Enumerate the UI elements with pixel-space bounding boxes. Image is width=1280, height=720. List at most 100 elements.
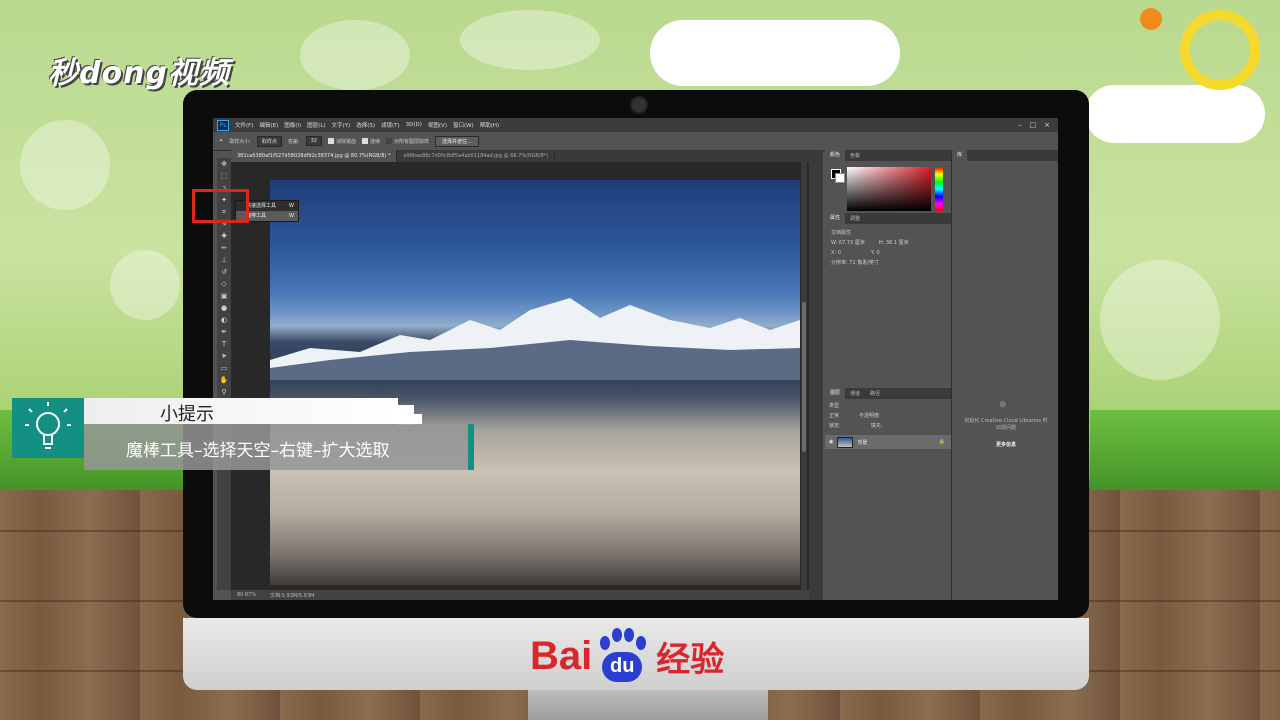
- checkbox-icon: [327, 138, 334, 144]
- layer-filter[interactable]: 类型: [829, 401, 947, 411]
- stamp-tool-icon[interactable]: ⊥: [217, 254, 231, 266]
- hand-tool-icon[interactable]: ✋: [217, 374, 231, 386]
- tab-libraries[interactable]: 库: [952, 150, 968, 161]
- select-and-mask-button[interactable]: 选择并遮住...: [435, 135, 479, 147]
- doc-size: 文档:5.93M/5.93M: [270, 592, 315, 599]
- anti-alias-label: 消除锯齿: [335, 138, 356, 145]
- zoom-tool-icon[interactable]: ⚲: [217, 386, 231, 398]
- width-value[interactable]: W: 67.73 厘米: [831, 238, 865, 248]
- sample-all-layers-checkbox[interactable]: 对所有图层取样: [386, 138, 429, 145]
- options-bar: ✦ 取样大小: 取样点 容差: 32 消除锯齿 连续 对所有图层取样 选择并遮住…: [213, 132, 1058, 151]
- history-brush-icon[interactable]: ↺: [217, 266, 231, 278]
- opacity-label[interactable]: 不透明度:: [859, 411, 881, 421]
- contiguous-checkbox[interactable]: 连续: [361, 138, 380, 145]
- properties-title: 文档属性: [831, 230, 852, 236]
- zoom-level[interactable]: 80.67%: [237, 592, 256, 598]
- tab-layers[interactable]: 图层: [825, 388, 846, 399]
- tab-channels[interactable]: 通道: [845, 390, 865, 397]
- y-value[interactable]: Y: 0: [871, 248, 880, 258]
- menu-view[interactable]: 视图(V): [428, 121, 447, 129]
- scroll-thumb[interactable]: [802, 302, 806, 452]
- tab-adjustments[interactable]: 调整: [845, 215, 865, 222]
- height-value[interactable]: H: 38.1 厘米: [879, 238, 909, 248]
- x-value[interactable]: X: 0: [831, 248, 841, 258]
- lock-row: 锁定: 填充:: [829, 421, 947, 431]
- paw-icon: du: [594, 628, 650, 684]
- menu-filter[interactable]: 滤镜(T): [381, 121, 400, 129]
- tab-swatches[interactable]: 色板: [845, 152, 865, 159]
- paw-pad: [624, 628, 635, 642]
- menu-window[interactable]: 窗口(W): [453, 121, 474, 129]
- more-info-link[interactable]: 更多信息: [962, 441, 1050, 448]
- marquee-tool-icon[interactable]: ⬚: [217, 170, 231, 182]
- anti-alias-checkbox[interactable]: 消除锯齿: [327, 138, 356, 145]
- magic-wand-icon[interactable]: ✦: [219, 138, 223, 144]
- sample-all-layers-label: 对所有图层取样: [394, 138, 430, 145]
- fill-label[interactable]: 填充:: [871, 421, 883, 431]
- photoshop-logo-icon: Ps: [217, 119, 229, 131]
- bokeh: [460, 10, 600, 70]
- close-icon[interactable]: ×: [1044, 121, 1050, 129]
- menu-file[interactable]: 文件(F): [235, 121, 253, 129]
- bokeh: [20, 120, 110, 210]
- menu-help[interactable]: 帮助(H): [480, 121, 499, 129]
- pen-tool-icon[interactable]: ✒: [217, 326, 231, 338]
- brush-tool-icon[interactable]: ✏: [217, 242, 231, 254]
- brand-du: du: [602, 652, 643, 682]
- menu-edit[interactable]: 编辑(E): [259, 121, 278, 129]
- blur-tool-icon[interactable]: ●: [217, 302, 231, 314]
- layer-row-background[interactable]: ◉ 背景 🔒: [825, 435, 951, 449]
- layers-controls: 类型 正常 不透明度: 锁定: 填充:: [825, 399, 951, 433]
- sample-size-select[interactable]: 取样点: [256, 135, 282, 147]
- dodge-tool-icon[interactable]: ◐: [217, 314, 231, 326]
- tip-title-bar: [84, 398, 398, 424]
- menu-type[interactable]: 文字(Y): [332, 121, 351, 129]
- color-field[interactable]: [847, 167, 931, 211]
- mountain-photo[interactable]: [270, 180, 800, 585]
- healing-tool-icon[interactable]: ✚: [217, 230, 231, 242]
- checkbox-icon: [361, 138, 368, 144]
- eye-icon[interactable]: ◉: [829, 439, 833, 445]
- tab-paths[interactable]: 路径: [865, 390, 885, 397]
- highlight-box: [192, 189, 249, 223]
- gradient-tool-icon[interactable]: ▣: [217, 290, 231, 302]
- menu-image[interactable]: 图像(I): [284, 121, 301, 129]
- tolerance-input[interactable]: 32: [305, 136, 322, 146]
- lock-icon: 🔒: [938, 439, 945, 445]
- sun-icon: [1180, 10, 1260, 90]
- monitor-stand: [528, 690, 768, 720]
- tab-properties[interactable]: 属性: [825, 213, 846, 224]
- tip-decoration: [414, 414, 422, 424]
- blend-mode-select[interactable]: 正常: [829, 411, 839, 421]
- tip-title: 小提示: [160, 404, 214, 425]
- hue-slider[interactable]: [935, 167, 943, 211]
- minimize-icon[interactable]: –: [1018, 121, 1022, 129]
- baidu-jingyan-logo: Bai du 经验: [530, 628, 724, 684]
- layer-name: 背景: [857, 439, 868, 446]
- type-tool-icon[interactable]: T: [217, 338, 231, 350]
- tab-document-2[interactable]: a98bae88c7d00c8df5a4ab01184ad.jpg @ 66.7…: [397, 150, 556, 162]
- paw-pad: [636, 636, 647, 650]
- tab-color[interactable]: 颜色: [825, 150, 846, 161]
- menu-layer[interactable]: 图层(L): [307, 121, 325, 129]
- path-select-icon[interactable]: ➤: [217, 350, 231, 362]
- sample-size-label: 取样大小:: [229, 138, 251, 145]
- menu-3d[interactable]: 3D(D): [406, 122, 422, 128]
- menu-select[interactable]: 选择(S): [356, 121, 375, 129]
- blend-row: 正常 不透明度:: [829, 411, 947, 421]
- cloud: [650, 20, 900, 86]
- shape-tool-icon[interactable]: ▭: [217, 362, 231, 374]
- eraser-tool-icon[interactable]: ◇: [217, 278, 231, 290]
- paw-pad: [600, 636, 611, 650]
- background-swatch[interactable]: [835, 173, 845, 183]
- tolerance-label: 容差:: [287, 138, 300, 145]
- maximize-icon[interactable]: □: [1030, 121, 1037, 129]
- move-tool-icon[interactable]: ✥: [217, 158, 231, 170]
- canvas-scrollbar[interactable]: [801, 162, 807, 590]
- flyout-shortcut: W: [289, 203, 294, 209]
- color-picker[interactable]: [825, 161, 951, 213]
- brand-suffix: 经验: [656, 639, 725, 680]
- brand-bai: Bai: [530, 633, 593, 678]
- tab-document-1[interactable]: 381ca6380af1f527d58028df92c38374.jpg @ 8…: [231, 150, 398, 162]
- tip-icon-box: [12, 398, 84, 458]
